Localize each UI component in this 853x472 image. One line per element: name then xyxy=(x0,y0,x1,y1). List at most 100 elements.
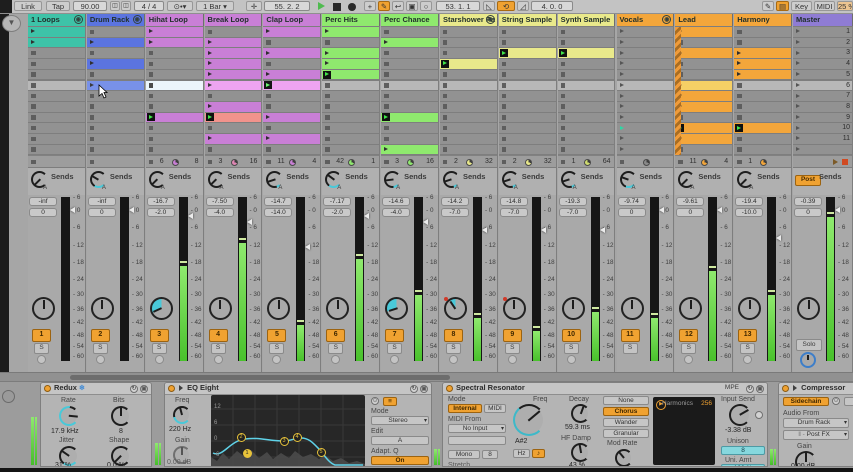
pan-knob[interactable] xyxy=(562,297,585,320)
sr-mode-chorus-button[interactable]: Chorus xyxy=(603,407,649,416)
solo-button[interactable]: S xyxy=(740,343,755,354)
clip-slot[interactable] xyxy=(28,59,85,69)
pan-knob[interactable] xyxy=(150,297,173,320)
input-send-value[interactable]: -3.38 dB xyxy=(725,427,751,434)
eq-band-node[interactable]: 5 xyxy=(317,448,326,457)
clip-slot[interactable] xyxy=(734,38,791,48)
volume-display[interactable]: -2.0 xyxy=(323,208,351,217)
solo-button[interactable]: S xyxy=(681,343,696,354)
bits-knob[interactable] xyxy=(111,406,131,426)
clip-slot[interactable] xyxy=(675,145,732,155)
clip-slot[interactable] xyxy=(675,113,732,123)
clip-slot[interactable] xyxy=(322,59,379,69)
punch-in-icon[interactable]: ◺ xyxy=(483,1,495,11)
clip-slot[interactable] xyxy=(440,70,497,80)
peak-level-display[interactable]: -0.39 xyxy=(794,197,822,206)
clip-slot[interactable] xyxy=(87,27,144,37)
eq-section-button[interactable]: EQ xyxy=(844,397,853,406)
clip-slot[interactable] xyxy=(734,123,791,133)
volume-fader-handle[interactable] xyxy=(364,213,369,219)
peak-level-display[interactable]: -7.17 xyxy=(323,197,351,206)
clip-slot[interactable] xyxy=(87,113,144,123)
clip-slot[interactable] xyxy=(381,134,438,144)
clip-slot[interactable] xyxy=(205,91,262,101)
audition-icon[interactable]: ⊙ xyxy=(371,397,379,405)
volume-display[interactable]: -2.0 xyxy=(147,208,175,217)
volume-display[interactable]: 0 xyxy=(29,208,57,217)
solo-button[interactable]: S xyxy=(446,343,461,354)
jitter-value[interactable]: 31 % xyxy=(55,462,71,467)
track-stop-button[interactable] xyxy=(620,160,625,165)
clip-slot[interactable] xyxy=(146,102,203,112)
track-header[interactable]: Perc Chance xyxy=(381,13,439,26)
track-stop-button[interactable] xyxy=(266,160,271,165)
eq-band-node[interactable]: 3 xyxy=(280,437,289,446)
volume-fader-handle[interactable] xyxy=(835,207,840,213)
volume-display[interactable]: 0 xyxy=(88,208,116,217)
clip-slot[interactable] xyxy=(263,134,320,144)
pan-knob[interactable] xyxy=(91,297,114,320)
clip-slot[interactable] xyxy=(558,145,615,155)
eq-curve-display[interactable]: 12 6 0 -6 12345 xyxy=(211,395,365,467)
key-map-button[interactable]: Key xyxy=(791,1,812,11)
peak-level-display[interactable]: -19.4 xyxy=(735,197,763,206)
internal-mode-button[interactable]: Internal xyxy=(448,404,482,413)
note-toggle[interactable]: ♪ xyxy=(532,449,545,458)
clip-slot[interactable] xyxy=(617,91,674,101)
clip-slot[interactable] xyxy=(322,48,379,58)
pan-knob[interactable] xyxy=(621,297,644,320)
band-freq-knob[interactable] xyxy=(173,406,191,424)
loop-button[interactable]: ⟲ xyxy=(497,1,515,11)
clip-slot[interactable] xyxy=(440,27,497,37)
clip-slot[interactable] xyxy=(205,102,262,112)
track-header[interactable]: Break Loop xyxy=(205,13,263,26)
unfold-icon[interactable] xyxy=(179,385,183,391)
track-header[interactable]: Drum Rack◉ xyxy=(87,13,145,26)
computer-midi-keyboard-icon[interactable]: ▤ xyxy=(776,1,789,11)
clip-slot[interactable] xyxy=(381,59,438,69)
pan-knob[interactable] xyxy=(679,297,702,320)
clip-slot[interactable]: 1 xyxy=(793,27,852,37)
bits-value[interactable]: 8 xyxy=(119,428,123,435)
clip-slot[interactable] xyxy=(381,70,438,80)
clip-slot[interactable] xyxy=(263,123,320,133)
adapt-q-toggle[interactable]: On xyxy=(371,456,429,465)
clip-slot[interactable]: 2 xyxy=(793,38,852,48)
clip-slot[interactable] xyxy=(87,70,144,80)
track-activator-button[interactable]: 10 xyxy=(562,329,581,342)
track-activator-button[interactable]: 13 xyxy=(738,329,757,342)
volume-fader-handle[interactable] xyxy=(129,207,134,213)
clip-slot[interactable] xyxy=(87,91,144,101)
clip-slot[interactable] xyxy=(381,27,438,37)
clip-slot[interactable] xyxy=(322,27,379,37)
clip-slot[interactable] xyxy=(675,102,732,112)
peak-level-display[interactable]: -7.50 xyxy=(206,197,234,206)
clip-slot[interactable] xyxy=(87,145,144,155)
clip-slot[interactable] xyxy=(558,113,615,123)
clip-slot[interactable] xyxy=(322,123,379,133)
cue-volume-knob[interactable] xyxy=(800,352,816,368)
clip-slot[interactable] xyxy=(440,145,497,155)
clip-slot[interactable] xyxy=(205,48,262,58)
clip-slot[interactable] xyxy=(617,145,674,155)
clip-slot[interactable] xyxy=(205,38,262,48)
device-view-icon[interactable] xyxy=(2,390,15,403)
clip-slot[interactable]: 10 xyxy=(793,123,852,133)
solo-button[interactable]: S xyxy=(211,343,226,354)
track-stop-button[interactable] xyxy=(443,160,448,165)
clip-slot[interactable] xyxy=(28,145,85,155)
solo-button[interactable]: S xyxy=(93,343,108,354)
midi-map-button[interactable]: MIDI xyxy=(814,1,835,11)
clip-slot[interactable] xyxy=(440,102,497,112)
clip-slot[interactable] xyxy=(734,59,791,69)
clip-slot[interactable] xyxy=(146,70,203,80)
draw-mode-icon[interactable]: ✎ xyxy=(762,1,774,11)
volume-fader-handle[interactable] xyxy=(482,227,487,233)
clip-slot[interactable] xyxy=(28,134,85,144)
clip-slot[interactable] xyxy=(205,145,262,155)
peak-level-display[interactable]: -14.6 xyxy=(382,197,410,206)
volume-fader-handle[interactable] xyxy=(717,207,722,213)
volume-fader-handle[interactable] xyxy=(70,207,75,213)
clip-slot[interactable] xyxy=(734,113,791,123)
track-stop-button[interactable] xyxy=(325,160,330,165)
